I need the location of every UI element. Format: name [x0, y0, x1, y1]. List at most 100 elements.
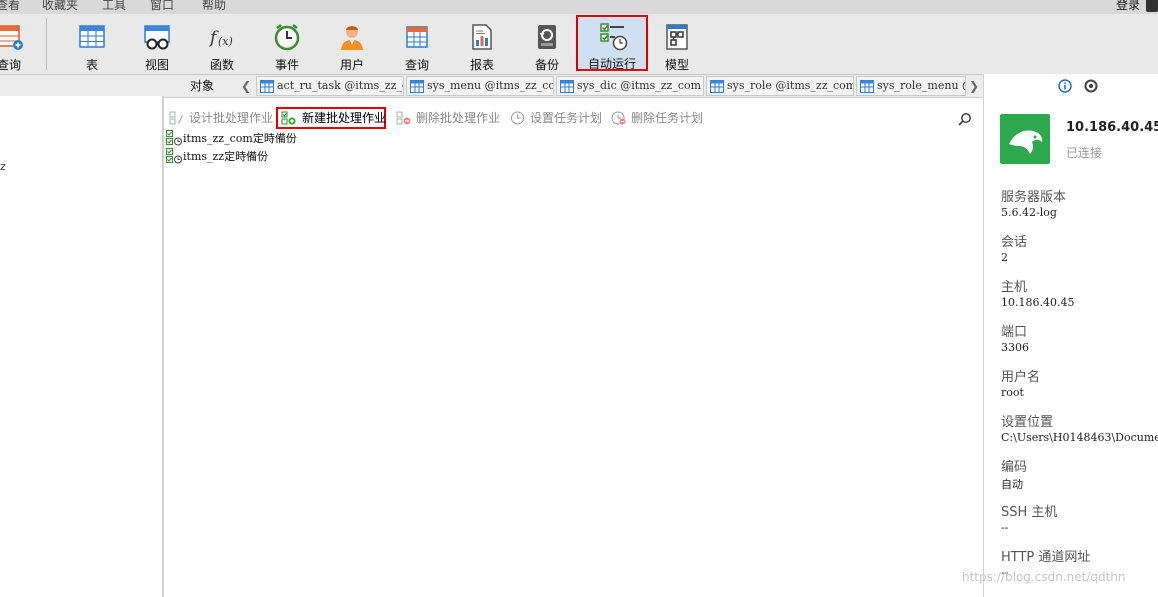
menu-window[interactable]: 窗口 — [150, 0, 174, 13]
login-link[interactable]: 登录 — [1116, 0, 1140, 13]
toolbar-label: 备份 — [534, 58, 559, 72]
table-icon — [79, 25, 105, 48]
account-icon[interactable] — [1146, 0, 1158, 12]
auto-run-icon — [600, 23, 628, 51]
tab-sys-menu[interactable]: sys_menu @itms_zz_co... — [406, 76, 554, 96]
prop-value: 10.186.40.45 — [1001, 296, 1075, 309]
design-batch-job-button[interactable]: 设计批处理作业 — [165, 107, 275, 129]
prop-key: 会话 — [1001, 235, 1028, 250]
backup-icon — [538, 25, 556, 49]
prop-port: 端口 3306 — [1001, 321, 1158, 354]
batch-job-list: itms_zz_com定時備份 itms_zz定時備份 — [165, 130, 982, 597]
tab-sys-role[interactable]: sys_role @itms_zz_com... — [706, 76, 854, 96]
schedule-clock-icon — [511, 111, 524, 125]
search-icon[interactable] — [958, 112, 972, 126]
toolbar-separator — [46, 18, 47, 70]
button-label: 新建批处理作业 — [302, 111, 387, 125]
delete-schedule-icon — [611, 111, 626, 125]
svg-text:(x): (x) — [218, 35, 233, 48]
toolbar-function-button[interactable]: f (x) 函数 — [195, 18, 249, 72]
prop-key: 用户名 — [1001, 370, 1041, 385]
prop-key: 编码 — [1001, 460, 1028, 475]
toolbar-query-button[interactable]: 查询 — [390, 18, 444, 72]
tab-label: act_ru_task @itms_zz_c... — [277, 79, 403, 92]
batch-job-icon — [166, 130, 182, 146]
toolbar-backup-button[interactable]: 备份 — [520, 18, 574, 72]
toolbar-model-button[interactable]: 模型 — [650, 18, 704, 72]
tab-objects[interactable]: 对象 — [168, 75, 236, 97]
table-icon — [710, 80, 724, 93]
prop-host: 主机 10.186.40.45 — [1001, 276, 1158, 309]
toolbar-label: 报表 — [469, 58, 494, 72]
eye-icon[interactable] — [1084, 79, 1098, 93]
prop-value: 自动 — [1001, 478, 1023, 491]
menu-bar: 查看 收藏夹 工具 窗口 帮助 登录 — [0, 0, 1158, 14]
tree-item[interactable]: z — [0, 160, 6, 173]
batch-job-toolbar: 设计批处理作业 新建批处理作业 删除批处理作业 设置任务计划 删除任务计划 — [165, 106, 982, 130]
toolbar-label: 函数 — [209, 58, 234, 72]
tab-label: sys_role_menu @i — [877, 79, 965, 92]
toolbar-auto-run-button[interactable]: 自动运行 — [576, 15, 648, 71]
toolbar-label: 事件 — [274, 58, 299, 72]
function-icon: f (x) — [208, 28, 233, 48]
set-schedule-button[interactable]: 设置任务计划 — [506, 107, 606, 129]
new-batch-job-button[interactable]: 新建批处理作业 — [276, 107, 386, 129]
connection-status: 已连接 — [1066, 146, 1103, 160]
prop-ssh-host: SSH 主机 -- — [1001, 501, 1158, 534]
prop-settings-location: 设置位置 C:\Users\H0148463\Documents\N — [1001, 411, 1158, 444]
connection-ip: 10.186.40.45 — [1066, 120, 1158, 135]
tab-act-ru-task[interactable]: act_ru_task @itms_zz_c... — [256, 76, 404, 96]
menu-tools[interactable]: 工具 — [102, 0, 126, 13]
job-name: itms_zz定時備份 — [183, 150, 269, 163]
tab-scroll-right-icon[interactable]: ❯ — [967, 77, 981, 95]
menu-help[interactable]: 帮助 — [202, 0, 226, 13]
toolbar-label: 表 — [85, 58, 98, 72]
query-icon — [0, 25, 23, 50]
user-icon — [341, 26, 363, 50]
button-label: 删除批处理作业 — [416, 111, 501, 125]
toolbar-event-button[interactable]: 事件 — [260, 18, 314, 72]
table-icon — [560, 80, 574, 93]
mysql-logo-icon — [1000, 114, 1050, 164]
toolbar-new-query-button[interactable]: 查询 — [0, 18, 36, 72]
watermark: https://blog.csdn.net/qdthn — [962, 570, 1126, 584]
toolbar-report-button[interactable]: 报表 — [455, 18, 509, 72]
view-icon — [144, 25, 170, 50]
connection-tree[interactable]: z — [0, 96, 164, 597]
button-label: 删除任务计划 — [631, 111, 704, 125]
main-toolbar: 查询 表 视图 f (x) 函数 事件 用户 查询 报表 备份 自动运行 模型 — [0, 14, 1158, 75]
tab-label: sys_dic @itms_zz_com ... — [577, 79, 704, 92]
new-job-icon — [281, 111, 296, 125]
report-icon — [472, 24, 492, 50]
query-icon — [406, 26, 428, 48]
delete-schedule-button[interactable]: 删除任务计划 — [607, 107, 707, 129]
menu-favorites[interactable]: 收藏夹 — [42, 0, 78, 13]
tab-scroll-left-icon[interactable]: ❮ — [239, 77, 253, 95]
prop-key: 主机 — [1001, 280, 1028, 295]
toolbar-user-button[interactable]: 用户 — [325, 18, 379, 72]
delete-batch-job-button[interactable]: 删除批处理作业 — [392, 107, 502, 129]
prop-username: 用户名 root — [1001, 366, 1158, 399]
toolbar-label: 自动运行 — [587, 57, 636, 71]
tab-label: sys_role @itms_zz_com... — [727, 79, 854, 92]
prop-value: 5.6.42-log — [1001, 206, 1057, 219]
toolbar-label: 视图 — [144, 58, 169, 72]
prop-key: SSH 主机 — [1001, 505, 1058, 520]
toolbar-label: 查询 — [404, 58, 429, 72]
table-icon — [260, 80, 274, 93]
info-icon[interactable] — [1058, 79, 1072, 93]
batch-job-icon — [166, 148, 182, 164]
menu-view[interactable]: 查看 — [0, 0, 20, 13]
button-label: 设置任务计划 — [530, 111, 603, 125]
event-clock-icon — [274, 24, 300, 51]
toolbar-view-button[interactable]: 视图 — [130, 18, 184, 72]
tab-sys-dic[interactable]: sys_dic @itms_zz_com ... — [556, 76, 704, 96]
prop-key: HTTP 通道网址 — [1001, 550, 1091, 565]
job-name: itms_zz_com定時備份 — [183, 132, 297, 145]
button-label: 设计批处理作业 — [189, 111, 274, 125]
toolbar-label: 模型 — [664, 58, 689, 72]
toolbar-table-button[interactable]: 表 — [65, 18, 119, 72]
tab-sys-role-menu[interactable]: sys_role_menu @i — [856, 76, 966, 96]
prop-key: 端口 — [1001, 325, 1028, 340]
model-icon — [666, 24, 688, 50]
